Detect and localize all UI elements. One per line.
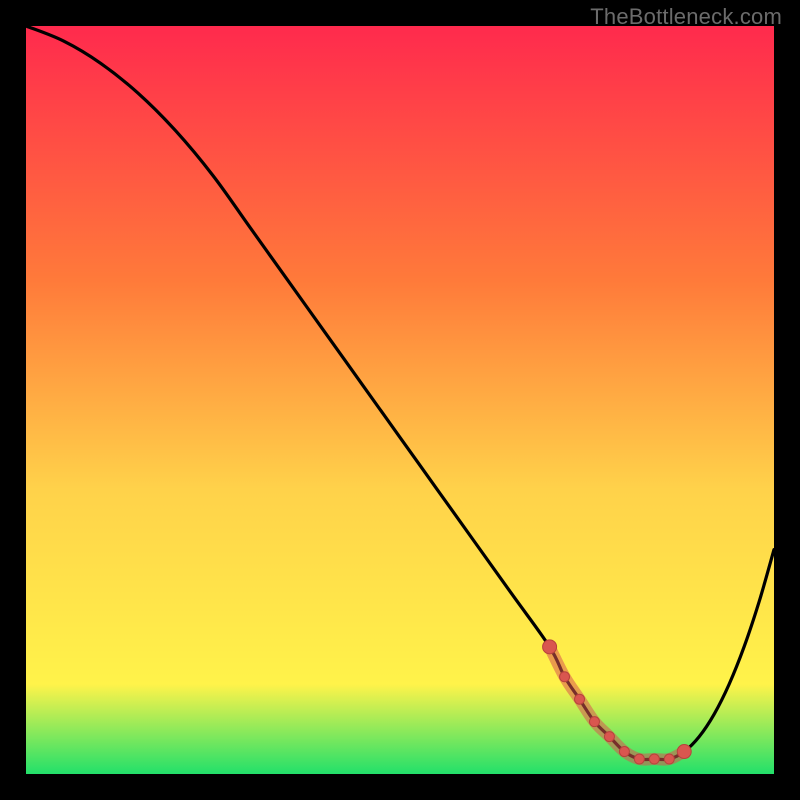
optimal-marker bbox=[543, 640, 557, 654]
chart-svg bbox=[26, 26, 774, 774]
optimal-marker bbox=[560, 672, 570, 682]
optimal-marker bbox=[619, 747, 629, 757]
gradient-background bbox=[26, 26, 774, 774]
optimal-marker bbox=[589, 717, 599, 727]
optimal-marker bbox=[575, 694, 585, 704]
optimal-marker bbox=[677, 745, 691, 759]
optimal-marker bbox=[604, 732, 614, 742]
watermark-text: TheBottleneck.com bbox=[590, 4, 782, 30]
plot-area bbox=[26, 26, 774, 774]
optimal-marker bbox=[634, 754, 644, 764]
optimal-marker bbox=[649, 754, 659, 764]
optimal-marker bbox=[664, 754, 674, 764]
chart-frame: TheBottleneck.com bbox=[0, 0, 800, 800]
